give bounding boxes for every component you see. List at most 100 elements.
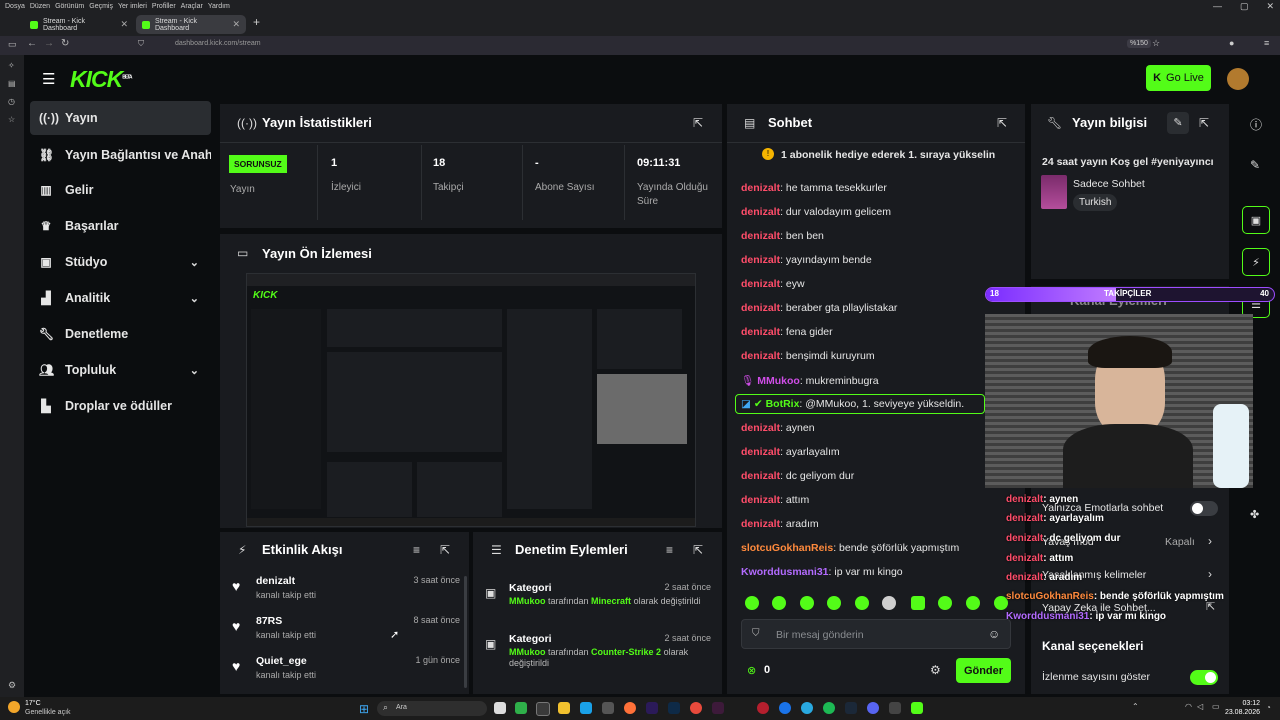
menu-icon[interactable]: ≡ [1264, 38, 1269, 48]
photoshop-icon[interactable] [668, 702, 680, 714]
wifi-icon[interactable]: ◠ [1185, 702, 1192, 711]
lightning-icon[interactable]: ⚡︎ [1242, 248, 1270, 276]
forward-icon[interactable]: → [44, 38, 54, 49]
reload-icon[interactable]: ↻ [61, 38, 69, 49]
sidebar-item-achievements[interactable]: ♛ Başarılar [30, 209, 211, 243]
sidebar-item-revenue[interactable]: ▥ Gelir [30, 173, 211, 207]
chrome-icon[interactable] [690, 702, 702, 714]
sidebar-toggle-icon[interactable]: ▭ [8, 39, 17, 50]
pinned-gift-goal[interactable]: 1 abonelik hediye ederek 1. sıraya yükse… [781, 149, 995, 161]
emote-icon[interactable] [772, 596, 786, 610]
taskbar-search[interactable]: ⌕ Ara [377, 701, 487, 716]
app-icon[interactable] [580, 702, 592, 714]
points-icon[interactable]: ⊗ [747, 664, 756, 677]
discord-icon[interactable] [867, 702, 879, 714]
popout-icon[interactable]: ⇱ [693, 116, 703, 130]
emote-icon[interactable] [800, 596, 814, 610]
sidebar-item-moderation[interactable]: 🔧︎ Denetleme [30, 317, 211, 351]
browser-tab[interactable]: Stream - Kick Dashboard ✕ [24, 15, 134, 34]
weather-temp[interactable]: 17°C [25, 700, 41, 707]
popout-icon[interactable]: ⇱ [1199, 116, 1209, 130]
minimize-icon[interactable]: — [1213, 1, 1222, 11]
popout-icon[interactable]: ⇱ [693, 543, 703, 557]
layout-icon[interactable]: ▣ [1242, 206, 1270, 234]
close-tab-icon[interactable]: ✕ [232, 19, 240, 30]
menu-file[interactable]: Dosya [5, 3, 25, 10]
app-icon[interactable] [757, 702, 769, 714]
premiere-icon[interactable] [646, 702, 658, 714]
slow-mode-value[interactable]: Kapalı [1165, 536, 1195, 548]
edit-icon[interactable]: ✎ [1250, 158, 1260, 172]
filter-icon[interactable]: ≡ [413, 543, 420, 557]
sidebar-item-stream-key[interactable]: ⛓Yayın Bağlantısı ve Anahtarı [30, 138, 211, 172]
send-button[interactable]: Gönder [956, 658, 1011, 683]
zoom-level[interactable]: %150 [1127, 39, 1151, 48]
scrollbar[interactable] [464, 576, 467, 688]
app-icon[interactable] [536, 702, 550, 716]
emote-icon[interactable] [855, 596, 869, 610]
chevron-right-icon[interactable]: › [1208, 534, 1212, 548]
emote-icon[interactable] [911, 596, 925, 610]
emoji-icon[interactable]: ☺ [988, 627, 1000, 641]
chat-input[interactable]: ⛉ Bir mesaj gönderin ☺ [741, 619, 1011, 649]
category-thumbnail[interactable] [1041, 175, 1067, 209]
new-tab-icon[interactable]: + [253, 15, 260, 29]
popout-icon[interactable]: ⇱ [440, 543, 450, 557]
menu-history[interactable]: Geçmiş [89, 3, 113, 10]
emote-only-toggle[interactable] [1190, 501, 1218, 516]
sparkle-icon[interactable]: ✤ [1250, 508, 1259, 521]
spotify-icon[interactable] [823, 702, 835, 714]
emote-icon[interactable] [827, 596, 841, 610]
app-icon[interactable] [889, 702, 901, 714]
volume-icon[interactable]: ◁ [1197, 702, 1203, 711]
star-icon[interactable]: ☆ [8, 115, 15, 124]
clock-time[interactable]: 03:12 [1230, 700, 1260, 707]
show-viewers-toggle[interactable] [1190, 670, 1218, 685]
emote-icon[interactable] [745, 596, 759, 610]
ai-icon[interactable]: ✧ [8, 61, 15, 70]
close-icon[interactable]: ✕ [1266, 1, 1274, 12]
firefox-icon[interactable] [624, 702, 636, 714]
filter-icon[interactable]: ≡ [666, 543, 673, 557]
stream-preview-video[interactable]: KICK [246, 273, 696, 527]
maximize-icon[interactable]: ▢ [1240, 1, 1249, 12]
emote-icon[interactable] [882, 596, 896, 610]
info-icon[interactable]: ⓘ [1250, 116, 1262, 133]
shield-icon[interactable]: ⛉ [138, 39, 144, 49]
battery-icon[interactable]: ▭ [1212, 702, 1220, 711]
notification-icon[interactable]: ◔ [1266, 703, 1271, 712]
close-tab-icon[interactable]: ✕ [120, 19, 128, 30]
app-icon[interactable] [515, 702, 527, 714]
bookmark-star-icon[interactable]: ☆ [1152, 38, 1160, 49]
menu-bookmarks[interactable]: Yer imleri [118, 3, 147, 10]
task-view-icon[interactable] [494, 702, 506, 714]
clock-date[interactable]: 23.08.2026 [1222, 709, 1260, 716]
url-field[interactable]: dashboard.kick.com/stream [175, 40, 261, 47]
category-name[interactable]: Sadece Sohbet [1073, 178, 1145, 190]
bookmarks-icon[interactable]: ▤ [8, 79, 16, 88]
sidebar-item-community[interactable]: 👥︎ Topluluk ⌄ [30, 353, 211, 387]
emote-icon[interactable] [966, 596, 980, 610]
sidebar-item-studio[interactable]: ▣ Stüdyo ⌄ [30, 245, 211, 279]
app-icon[interactable] [712, 702, 724, 714]
chat-settings-icon[interactable]: ⚙ [930, 663, 941, 677]
menu-edit[interactable]: Düzen [30, 3, 50, 10]
hamburger-icon[interactable]: ☰ [42, 70, 55, 88]
explorer-icon[interactable] [558, 702, 570, 714]
sidebar-item-drops[interactable]: ▙ Droplar ve ödüller [30, 389, 211, 423]
emote-icon[interactable] [938, 596, 952, 610]
popout-icon[interactable]: ⇱ [997, 116, 1007, 130]
edit-icon[interactable]: ✎ [1167, 112, 1189, 134]
menu-view[interactable]: Görünüm [55, 3, 84, 10]
menu-tools[interactable]: Araçlar [181, 3, 203, 10]
chevron-right-icon[interactable]: › [1208, 567, 1212, 581]
kick-app-icon[interactable] [911, 702, 923, 714]
history-icon[interactable]: ◷ [8, 97, 15, 106]
kick-logo[interactable]: KICKBETA [70, 66, 133, 93]
sidebar-item-stream[interactable]: ((·)) Yayın [30, 101, 211, 135]
account-icon[interactable]: ● [1229, 38, 1234, 48]
app-icon[interactable] [779, 702, 791, 714]
start-icon[interactable]: ⊞ [359, 702, 369, 716]
settings-icon[interactable]: ⚙ [8, 680, 16, 691]
go-live-button[interactable]: K Go Live [1146, 65, 1211, 91]
